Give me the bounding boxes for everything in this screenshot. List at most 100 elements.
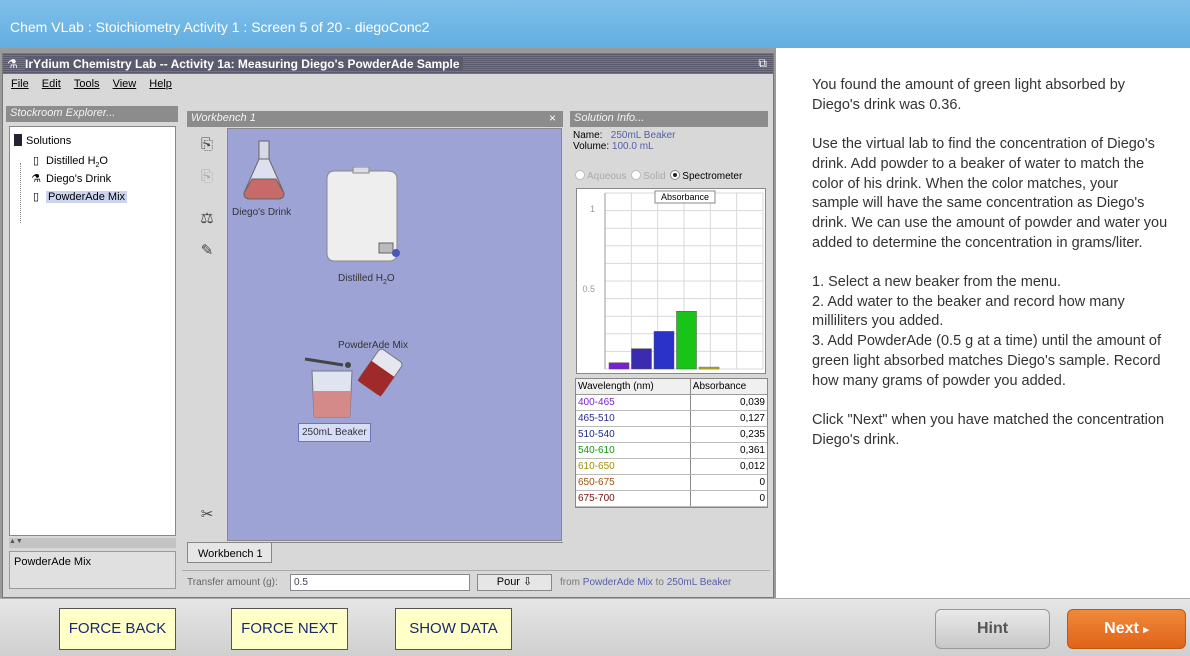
absorbance-cell: 0,361 bbox=[739, 445, 765, 456]
stockroom-explorer: Stockroom Explorer... Solutions ▯ Distill… bbox=[6, 106, 178, 591]
view-mode-radios: Aqueous Solid Spectrometer bbox=[575, 170, 744, 182]
workbench-toolbar: ⎘ ⎘ ⚖ ✎ ✂ bbox=[187, 128, 227, 541]
menu-tools[interactable]: Tools bbox=[74, 78, 100, 90]
transfer-amount-input[interactable]: 0.5 bbox=[290, 574, 470, 591]
absorbance-cell: 0,127 bbox=[739, 413, 765, 424]
wavelength-cell: 610-650 bbox=[576, 459, 691, 474]
trash-icon[interactable]: ✂ bbox=[196, 504, 218, 526]
solution-info-panel: Solution Info... Name: 250mL Beaker Volu… bbox=[570, 106, 770, 591]
menu-view[interactable]: View bbox=[113, 78, 137, 90]
jar-icon: ▯ bbox=[32, 191, 40, 203]
radio-aqueous[interactable]: Aqueous bbox=[575, 170, 626, 182]
distilled-water-label: Distilled H2O bbox=[338, 273, 395, 286]
footer-bar: FORCE BACK FORCE NEXT SHOW DATA Hint Nex… bbox=[0, 598, 1190, 656]
tree-item-solutions[interactable]: Solutions bbox=[14, 133, 71, 149]
table-row: 465-510 0,127 bbox=[576, 411, 767, 427]
solution-volume: 100.0 mL bbox=[611, 141, 654, 152]
solution-info-header: Solution Info... bbox=[570, 111, 768, 127]
show-data-button[interactable]: SHOW DATA bbox=[395, 608, 512, 650]
force-back-button[interactable]: FORCE BACK bbox=[59, 608, 176, 650]
bar-510-540 bbox=[653, 331, 675, 370]
workbench-panel: Workbench 1 × ⎘ ⎘ ⚖ ✎ ✂ Diego's Drink Di… bbox=[182, 106, 567, 591]
balance-icon[interactable]: ⚖ bbox=[196, 208, 218, 230]
distilled-label: Distilled H2O bbox=[46, 155, 108, 170]
y-tick-label: 1 bbox=[590, 204, 595, 214]
selected-item-box: PowderAde Mix bbox=[9, 551, 176, 589]
copy-icon[interactable]: ⎘ bbox=[196, 134, 218, 156]
y-tick-label: 0.5 bbox=[582, 284, 595, 294]
workbench-canvas[interactable]: Diego's Drink Distilled H2O PowderAde Mi… bbox=[227, 128, 562, 541]
hint-button[interactable]: Hint bbox=[935, 609, 1050, 649]
beaker-250ml[interactable] bbox=[308, 367, 358, 419]
top-bar: Chem VLab : Stoichiometry Activity 1 : S… bbox=[0, 0, 1190, 48]
col-absorbance: Absorbance bbox=[692, 381, 747, 392]
instruction-steps: 1. Select a new beaker from the menu. 2.… bbox=[812, 274, 1162, 389]
window-title: IrYdium Chemistry Lab -- Activity 1a: Me… bbox=[25, 57, 463, 71]
page-title: Chem VLab : Stoichiometry Activity 1 : S… bbox=[10, 19, 430, 35]
instruction-task: Use the virtual lab to find the concentr… bbox=[812, 136, 1168, 251]
wavelength-cell: 510-540 bbox=[576, 427, 691, 442]
instruction-next: Click "Next" when you have matched the c… bbox=[812, 411, 1165, 448]
pipette-icon[interactable]: ✎ bbox=[196, 240, 218, 262]
wavelength-cell: 540-610 bbox=[576, 443, 691, 458]
force-next-button[interactable]: FORCE NEXT bbox=[231, 608, 348, 650]
window-title-bar: ⚗ IrYdium Chemistry Lab -- Activity 1a: … bbox=[3, 54, 773, 74]
bottle-icon: ▯ bbox=[32, 155, 40, 167]
diegos-drink-label: Diego's Drink bbox=[232, 207, 292, 218]
bar-400-465 bbox=[608, 362, 630, 370]
workbench-header: Workbench 1 bbox=[187, 111, 563, 127]
tree-item-powderade-mix[interactable]: ▯ PowderAde Mix bbox=[30, 189, 128, 205]
col-wavelength: Wavelength (nm) bbox=[576, 379, 691, 394]
stockroom-tree: Solutions ▯ Distilled H2O ⚗ Diego's Drink … bbox=[9, 126, 176, 536]
maximize-icon[interactable]: ⧉ bbox=[758, 56, 767, 71]
table-header-row: Wavelength (nm) Absorbance bbox=[576, 379, 767, 395]
absorbance-cell: 0 bbox=[759, 477, 765, 488]
radio-spectrometer[interactable]: Spectrometer bbox=[670, 170, 742, 182]
absorbance-cell: 0,039 bbox=[739, 397, 765, 408]
bar-610-650 bbox=[698, 366, 720, 370]
radio-solid[interactable]: Solid bbox=[631, 170, 666, 182]
paste-icon[interactable]: ⎘ bbox=[196, 166, 218, 188]
stockroom-header: Stockroom Explorer... bbox=[6, 106, 178, 122]
solution-name: 250mL Beaker bbox=[610, 130, 676, 141]
table-row: 610-650 0,012 bbox=[576, 459, 767, 475]
lab-icon: ⚗ bbox=[7, 57, 18, 71]
instruction-result: You found the amount of green light abso… bbox=[812, 77, 1126, 113]
stockroom-scrollbar[interactable]: ▲▼ bbox=[9, 538, 176, 548]
virtual-lab-applet: ⚗ IrYdium Chemistry Lab -- Activity 1a: … bbox=[0, 48, 776, 600]
chart-title: Absorbance bbox=[661, 192, 709, 202]
absorbance-table: Wavelength (nm) Absorbance 400-465 0,039 4… bbox=[575, 378, 768, 508]
transfer-bar: Transfer amount (g): 0.5 Pour ⇩ from Pow… bbox=[182, 570, 770, 594]
menu-help[interactable]: Help bbox=[149, 78, 172, 90]
wavelength-cell: 675-700 bbox=[576, 491, 691, 506]
applet-window: ⚗ IrYdium Chemistry Lab -- Activity 1a: … bbox=[2, 53, 774, 598]
pour-button[interactable]: Pour ⇩ bbox=[477, 574, 552, 591]
distilled-water-jug[interactable] bbox=[323, 167, 403, 267]
close-icon[interactable]: × bbox=[549, 111, 556, 125]
diegos-drink-flask[interactable] bbox=[240, 139, 290, 201]
book-icon bbox=[14, 134, 22, 146]
transfer-route: from PowderAde Mix to 250mL Beaker bbox=[560, 577, 732, 588]
wavelength-cell: 400-465 bbox=[576, 395, 691, 410]
menu-file[interactable]: File bbox=[11, 78, 29, 90]
chevron-right-icon: ▸ bbox=[1143, 624, 1149, 636]
absorbance-chart: 1 0.5 Absorbance bbox=[576, 188, 766, 374]
absorbance-cell: 0 bbox=[759, 493, 765, 504]
tree-item-diegos-drink[interactable]: ⚗ Diego's Drink bbox=[30, 171, 111, 187]
absorbance-cell: 0,012 bbox=[739, 461, 765, 472]
table-row: 675-700 0 bbox=[576, 491, 767, 507]
tree-item-distilled-water[interactable]: ▯ Distilled H2O bbox=[30, 153, 108, 169]
flask-icon: ⚗ bbox=[31, 173, 41, 185]
table-row: 540-610 0,361 bbox=[576, 443, 767, 459]
table-row: 650-675 0 bbox=[576, 475, 767, 491]
bar-465-510 bbox=[631, 348, 652, 370]
tab-workbench-1[interactable]: Workbench 1 bbox=[187, 543, 272, 563]
absorbance-cell: 0,235 bbox=[739, 429, 765, 440]
table-row: 510-540 0,235 bbox=[576, 427, 767, 443]
next-button[interactable]: Next ▸ bbox=[1067, 609, 1186, 649]
transfer-label: Transfer amount (g): bbox=[187, 577, 278, 588]
bar-540-610 bbox=[676, 310, 697, 370]
solution-info-details: Name: 250mL Beaker Volume: 100.0 mL bbox=[573, 130, 676, 152]
menu-edit[interactable]: Edit bbox=[42, 78, 61, 90]
beaker-label[interactable]: 250mL Beaker bbox=[298, 423, 371, 442]
